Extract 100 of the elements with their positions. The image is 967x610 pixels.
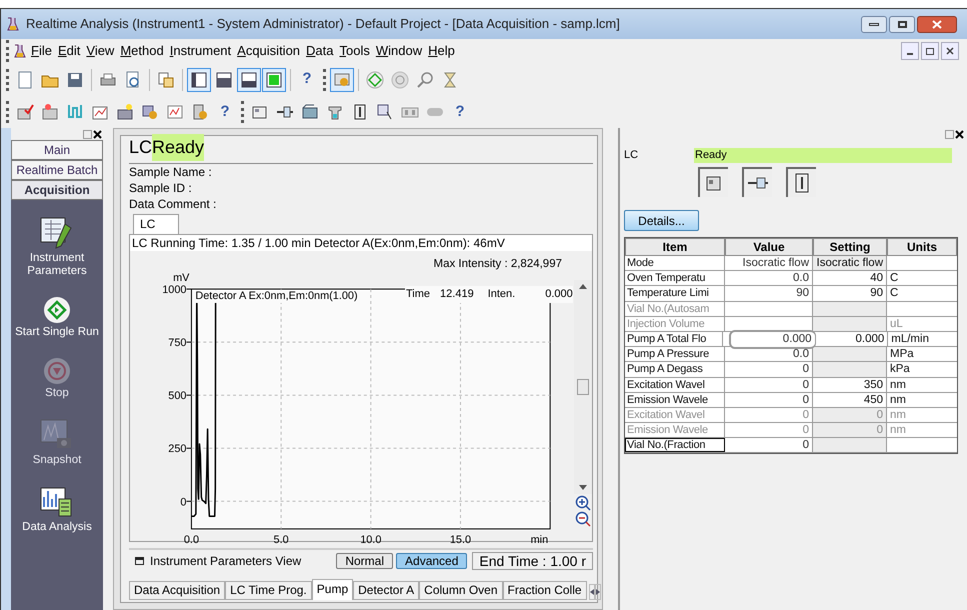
item-cell: Mode	[625, 256, 725, 270]
menu-item[interactable]: Acquisition	[234, 41, 304, 61]
units-cell-text: C	[889, 286, 900, 301]
start-icon	[43, 296, 71, 324]
minimize-button[interactable]	[901, 42, 919, 60]
sidebar-action[interactable]: Instrument Parameters	[13, 216, 101, 278]
close-button[interactable]	[941, 42, 959, 60]
cursor-intensity-label: Inten.	[488, 287, 516, 302]
sidebar-tab[interactable]: Acquisition	[11, 180, 103, 200]
x-tick-label: 10.0	[360, 534, 382, 546]
sidebar-action[interactable]: Data Analysis	[13, 485, 101, 534]
help-button[interactable]: ?	[295, 68, 319, 91]
menu-item[interactable]: Method	[117, 41, 167, 61]
x-tick-label: 5.0	[274, 534, 289, 546]
restore-button[interactable]	[921, 42, 939, 60]
layout-icon[interactable]	[187, 68, 211, 92]
scroll-up-arrow-icon[interactable]	[579, 284, 587, 289]
units-cell-text: C	[889, 271, 900, 286]
column-header[interactable]: Units	[887, 238, 957, 256]
flask-icon	[12, 43, 28, 59]
units-cell-text: mL/min	[890, 332, 930, 346]
running-info: LC Running Time: 1.35 / 1.00 min Detector A(Ex:0nm,Em:0nm): 46mV	[130, 235, 592, 251]
parameter-tab[interactable]: Pump	[312, 579, 354, 600]
setting-cell: 40	[813, 271, 887, 286]
parameter-tab[interactable]: LC Time Prog.	[225, 581, 312, 600]
value-cell: 0.0	[725, 271, 813, 286]
menu-item[interactable]: Data	[303, 41, 336, 61]
tab-scroll-left-button[interactable]	[588, 584, 595, 600]
stop-icon	[43, 357, 71, 385]
help-button[interactable]: ?	[448, 100, 472, 124]
item-cell: Excitation Wavel	[625, 378, 725, 392]
setting-cell: 350	[813, 378, 887, 392]
close-icon	[946, 47, 954, 55]
toolbar-grip	[6, 101, 9, 123]
menu-item[interactable]: Help	[425, 41, 458, 61]
tab-scroll-right-button[interactable]	[594, 584, 601, 600]
end-time-display: End Time : 1.00 r	[472, 552, 593, 570]
close-button[interactable]	[917, 16, 957, 32]
units-cell-text: nm	[889, 408, 907, 422]
field-label: Sample Name :	[129, 164, 213, 180]
setting-cell: 450	[813, 392, 887, 407]
window-gear-icon[interactable]	[330, 68, 354, 92]
status-field: Ready	[694, 148, 952, 163]
instrument-label: LC	[624, 148, 640, 164]
cursor-time-label: Time	[406, 287, 430, 302]
maximize-button[interactable]	[889, 16, 915, 32]
parameter-tab[interactable]: Fraction Colle	[502, 581, 587, 600]
cursor-time-value: 12.419	[440, 287, 474, 302]
flask-icon	[5, 16, 21, 32]
mode-button[interactable]: Normal	[336, 553, 394, 569]
menu-item[interactable]: File	[28, 41, 55, 61]
minimize-button[interactable]	[861, 16, 887, 32]
sidebar-tab[interactable]: Main	[11, 140, 103, 160]
zoom-in-icon[interactable]	[575, 495, 591, 511]
item-cell: Emission Wavele	[625, 392, 725, 407]
close-icon[interactable]	[93, 130, 102, 138]
item-cell: Emission Wavele	[625, 423, 725, 438]
setting-cell: Isocratic flow	[813, 256, 887, 270]
item-cell: Vial No.(Autosam	[625, 302, 725, 316]
parameter-tab[interactable]: Data Acquisition	[129, 581, 226, 600]
menu-item[interactable]: Tools	[336, 41, 373, 61]
y-axis-unit: mV	[173, 272, 190, 284]
setting-cell: 0.000	[816, 332, 888, 346]
toolbar-grip	[241, 101, 244, 123]
item-cell: Pump A Pressure	[625, 347, 725, 362]
mode-button[interactable]: Advanced	[396, 553, 468, 569]
y-tick-label: 500	[168, 390, 186, 402]
column-header[interactable]: Setting	[813, 238, 887, 256]
close-icon[interactable]	[955, 130, 964, 138]
details-button[interactable]: Details...	[624, 210, 699, 231]
menu-item[interactable]: Edit	[54, 41, 84, 61]
panel-toggle-icon[interactable]	[135, 557, 144, 565]
layout-icon[interactable]	[237, 68, 261, 92]
sidebar-action[interactable]: Start Single Run	[13, 296, 101, 339]
toolbar-grip	[323, 68, 326, 90]
scrollbar[interactable]	[574, 280, 592, 494]
scroll-thumb[interactable]	[577, 379, 589, 395]
sidebar-tab[interactable]: Realtime Batch	[11, 160, 103, 180]
x-axis-unit: min	[530, 534, 548, 546]
menu-item[interactable]: View	[83, 41, 118, 61]
menu-item[interactable]: Window	[372, 41, 426, 61]
menu-item[interactable]: Instrument	[166, 41, 234, 61]
zoom-out-icon[interactable]	[575, 511, 591, 527]
parameter-tab[interactable]: Detector A	[353, 581, 420, 600]
item-cell: Vial No.(Fraction	[625, 438, 725, 452]
help-button[interactable]: ?	[213, 100, 237, 124]
layout-icon[interactable]	[262, 68, 286, 92]
item-cell: Injection Volume	[625, 316, 725, 331]
setting-cell: 0	[813, 408, 887, 422]
scroll-down-arrow-icon[interactable]	[579, 485, 587, 490]
column-header[interactable]: Item	[625, 238, 725, 256]
value-cell: 90	[725, 286, 813, 301]
parameter-tab[interactable]: Column Oven	[419, 581, 503, 600]
y-tick-label: 250	[168, 443, 186, 456]
column-header[interactable]: Value	[725, 238, 813, 256]
item-cell: Pump A Degass	[625, 362, 725, 376]
item-cell: Temperature Limi	[625, 286, 725, 301]
setting-cell: 90	[813, 286, 887, 301]
chart-tab[interactable]: LC	[133, 214, 179, 234]
y-tick-label: 1000	[162, 284, 186, 296]
